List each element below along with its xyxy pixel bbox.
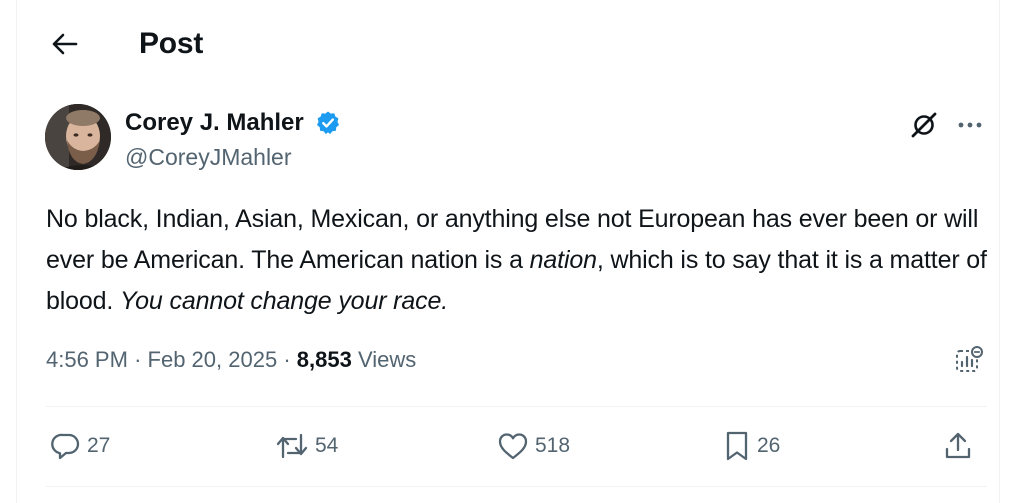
reply-count: 27 xyxy=(87,434,111,457)
views-label: Views xyxy=(357,347,417,372)
back-button[interactable] xyxy=(45,26,85,62)
like-count: 518 xyxy=(535,434,571,457)
meta-separator: · xyxy=(134,347,142,372)
repost-icon xyxy=(276,433,308,459)
meta-separator: · xyxy=(283,347,291,372)
tweet-text-segment-italic: You cannot change your race. xyxy=(120,287,448,315)
reply-button[interactable]: 27 xyxy=(51,426,110,466)
share-icon xyxy=(945,432,971,459)
verified-badge-icon[interactable] xyxy=(315,110,341,136)
post-analytics-icon xyxy=(956,346,983,372)
arrow-left-icon xyxy=(52,33,78,55)
bookmark-button[interactable]: 26 xyxy=(723,426,780,466)
heart-icon xyxy=(498,433,528,460)
tweet-text: No black, Indian, Asian, Mexican, or any… xyxy=(46,199,996,322)
author-name[interactable]: Corey J. Mahler xyxy=(125,108,304,138)
grok-icon xyxy=(911,112,937,138)
post-meta: 4:56 PM · Feb 20, 2025 · 8,853 Views xyxy=(46,345,416,375)
repost-button[interactable]: 54 xyxy=(275,426,338,466)
bookmark-count: 26 xyxy=(757,434,781,457)
views-count: 8,853 xyxy=(296,347,352,372)
divider xyxy=(46,486,987,487)
page-header: Post xyxy=(17,0,999,88)
page-title: Post xyxy=(139,27,204,60)
post-time[interactable]: 4:56 PM xyxy=(46,347,128,372)
author-handle[interactable]: @CoreyJMahler xyxy=(125,142,292,172)
divider xyxy=(46,406,987,407)
share-button[interactable] xyxy=(943,426,973,466)
more-button[interactable] xyxy=(953,108,987,142)
avatar-photo xyxy=(45,104,111,170)
post-analytics-button[interactable] xyxy=(951,342,987,378)
tweet-text-segment-italic: nation xyxy=(529,246,597,274)
grok-button[interactable] xyxy=(907,108,941,142)
avatar[interactable] xyxy=(45,104,111,170)
post-date[interactable]: Feb 20, 2025 xyxy=(148,347,278,372)
bookmark-icon xyxy=(726,431,748,461)
more-horizontal-icon xyxy=(958,122,982,128)
repost-count: 54 xyxy=(315,434,339,457)
like-button[interactable]: 518 xyxy=(497,426,570,466)
reply-icon xyxy=(51,433,80,460)
post-detail-column: Post Corey J. Mahler @CoreyJMahler No bl… xyxy=(16,0,1000,503)
